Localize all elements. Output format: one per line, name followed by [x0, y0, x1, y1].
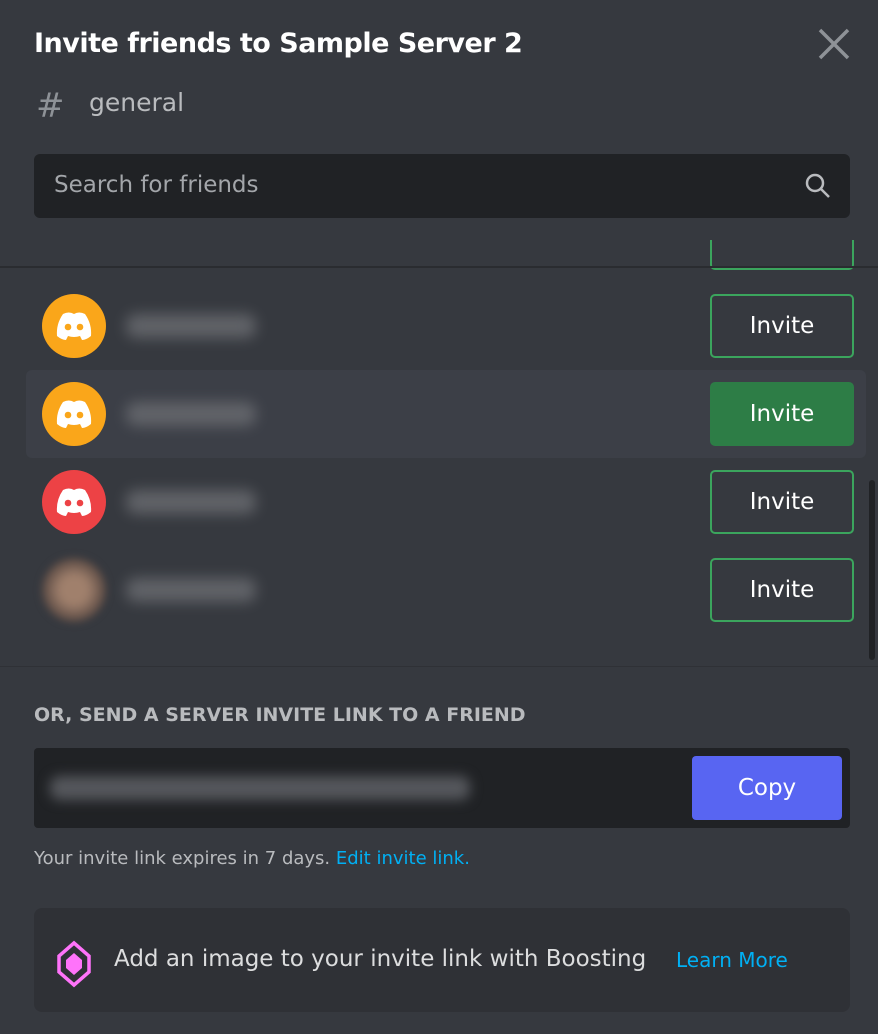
friend-row[interactable]: Invite — [26, 370, 866, 458]
friend-row[interactable]: Invite — [26, 546, 866, 634]
avatar — [42, 558, 106, 622]
invite-link-field[interactable]: Copy — [34, 748, 850, 828]
close-icon[interactable] — [816, 26, 852, 62]
search-placeholder: Search for friends — [54, 172, 259, 198]
boost-text: Add an image to your invite link with Bo… — [114, 946, 647, 972]
friend-name-blurred — [126, 490, 256, 514]
invite-link-blurred — [50, 776, 470, 800]
invite-button[interactable]: Invite — [710, 294, 854, 358]
discord-logo-icon — [56, 488, 92, 516]
avatar — [42, 470, 106, 534]
friend-name-blurred — [126, 402, 256, 426]
avatar — [42, 382, 106, 446]
boost-banner: Add an image to your invite link with Bo… — [34, 908, 850, 1012]
channel-name: general — [89, 88, 185, 117]
divider — [0, 666, 878, 667]
hash-icon: # — [36, 86, 65, 126]
avatar — [42, 294, 106, 358]
divider — [0, 266, 878, 268]
expiry-label: Your invite link expires in 7 days. — [34, 848, 336, 869]
expiry-text: Your invite link expires in 7 days. Edit… — [34, 848, 470, 869]
discord-logo-icon — [56, 312, 92, 340]
invite-button[interactable]: Invite — [710, 382, 854, 446]
search-icon — [805, 173, 830, 198]
discord-logo-icon — [56, 400, 92, 428]
link-section-header: OR, SEND A SERVER INVITE LINK TO A FRIEN… — [34, 704, 526, 726]
boost-gem-icon — [57, 940, 91, 988]
friend-name-blurred — [126, 314, 256, 338]
learn-more-link[interactable]: Learn More — [676, 948, 788, 972]
edit-invite-link[interactable]: Edit invite link. — [336, 848, 470, 869]
invite-button[interactable]: Invite — [710, 470, 854, 534]
search-input[interactable]: Search for friends — [34, 154, 850, 218]
friend-name-blurred — [126, 578, 256, 602]
copy-button[interactable]: Copy — [692, 756, 842, 820]
scrollbar[interactable] — [869, 480, 875, 660]
invite-button[interactable]: Invite — [710, 558, 854, 622]
friend-row[interactable]: Invite — [26, 458, 866, 546]
modal-title: Invite friends to Sample Server 2 — [34, 28, 523, 59]
friend-row[interactable]: Invite — [26, 282, 866, 370]
